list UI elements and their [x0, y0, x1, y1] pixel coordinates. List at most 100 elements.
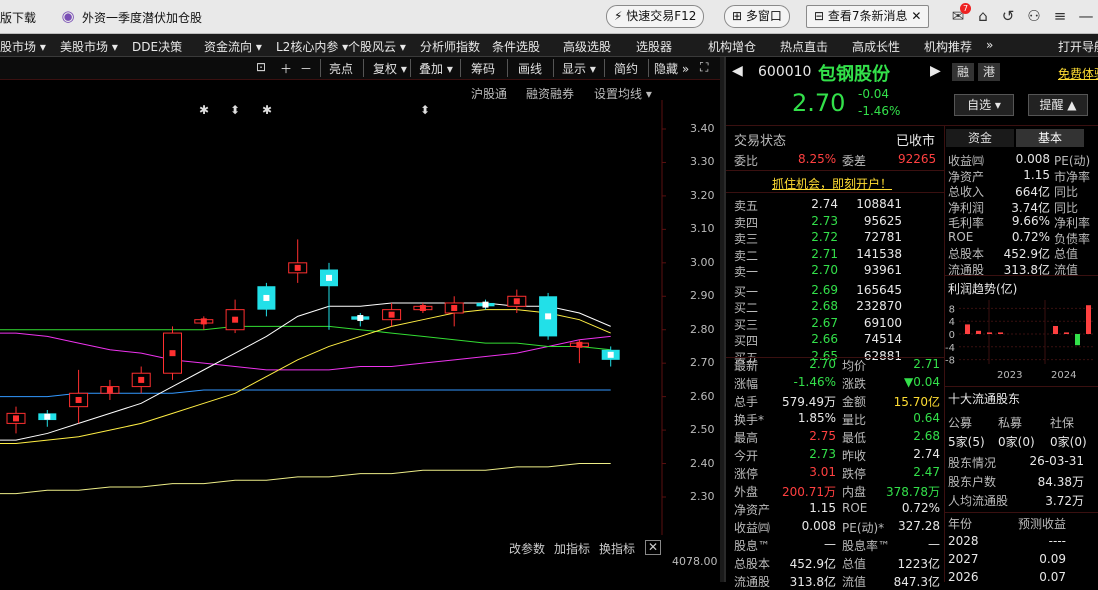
toolbar-button[interactable]: 显示 ▾ [562, 60, 596, 77]
orderbook-price[interactable]: 2.66 [788, 332, 838, 346]
holders-col-public: 公募 [948, 416, 973, 430]
fund-label: 同比 [1054, 185, 1079, 199]
toolbar-button[interactable]: 简约 [614, 60, 638, 77]
price-change-pct: -1.46% [858, 104, 901, 118]
menu-item[interactable]: 高级选股 [563, 38, 611, 55]
orderbook-price[interactable]: 2.73 [788, 214, 838, 228]
orderbook-level-label: 卖三 [734, 232, 759, 246]
fast-trade-button[interactable]: ⚡ 快速交易F12 [606, 5, 705, 28]
quote-value: -1.46% [793, 375, 836, 389]
candle-mark [419, 304, 426, 311]
quote-label: 净资产 [734, 503, 771, 517]
orderbook-price[interactable]: 2.71 [788, 247, 838, 261]
menu-item[interactable]: 资金流向 ▾ [204, 38, 262, 55]
fast-trade-label: 快速交易F12 [626, 9, 697, 23]
orderbook-price[interactable]: 2.69 [788, 283, 838, 297]
lock-icon[interactable]: ⊡ [256, 60, 266, 74]
menu-item[interactable]: 选股器 [636, 38, 672, 55]
next-stock-icon[interactable]: ▶ [930, 63, 941, 79]
fund-value: 0.72% [1011, 229, 1050, 244]
change-params-button[interactable]: 改参数 [509, 540, 545, 557]
ma-line-ma120 [0, 389, 611, 398]
fullscreen-icon[interactable]: ⛶ [700, 60, 708, 75]
y-tick-label: 3.40 [690, 122, 715, 135]
candle-mark [326, 274, 332, 281]
menu-item[interactable]: L2核心内参 ▾ [276, 38, 348, 55]
orderbook-price[interactable]: 2.67 [788, 316, 838, 330]
orderbook-price[interactable]: 2.68 [788, 299, 838, 313]
switch-indicator-button[interactable]: 换指标 [599, 540, 635, 557]
candlestick-chart[interactable] [0, 100, 720, 535]
close-indicator-icon[interactable]: ✕ [645, 540, 662, 555]
orderbook-price[interactable]: 2.72 [788, 230, 838, 244]
wc-value: 92265 [898, 152, 937, 166]
menu-item[interactable]: 高成长性 [852, 38, 900, 55]
menu-icon[interactable]: ≡ [1052, 8, 1068, 24]
multi-window-button[interactable]: ⊞ 多窗口 [724, 5, 790, 28]
toolbar-button[interactable]: 画线 [518, 60, 542, 77]
divider [945, 275, 1098, 276]
prev-stock-icon[interactable]: ◀ [732, 63, 743, 79]
toolbar-button[interactable]: 复权 ▾ [373, 60, 407, 77]
open-account-link[interactable]: 抓住机会，即刻开户！ [772, 175, 892, 192]
toolbar-button[interactable]: 隐藏 » [654, 60, 689, 77]
orderbook-price[interactable]: 2.70 [788, 263, 838, 277]
menu-item[interactable]: 机构增仓 [708, 38, 756, 55]
tab-basic[interactable]: 基本 [1016, 129, 1084, 147]
close-news-icon[interactable]: ✕ [911, 9, 921, 23]
fund-value: 9.66% [1011, 214, 1050, 228]
shirt-icon[interactable]: ⚇ [1026, 8, 1042, 24]
candle-mark [607, 351, 614, 358]
free-trial-link[interactable]: 免费体验 [1058, 65, 1098, 82]
toolbar-button[interactable]: 筹码 [471, 60, 495, 77]
orderbook-price[interactable]: 2.74 [788, 197, 838, 211]
zoom-in-icon[interactable]: ＋ [280, 60, 292, 77]
forecast-eps: 0.09 [1039, 552, 1066, 566]
orderbook-volume: 95625 [863, 213, 902, 228]
hk-connect-tag[interactable]: 港 [978, 63, 1000, 81]
news-button[interactable]: ⊟ 查看7条新消息 ✕ [806, 5, 930, 28]
menu-item[interactable]: 个股风云 ▾ [348, 38, 406, 55]
back-icon[interactable]: ↺ [1000, 8, 1016, 24]
add-watchlist-button[interactable]: 自选 ▾ [954, 94, 1014, 116]
margin-tag[interactable]: 融 [952, 63, 974, 81]
tab-funds[interactable]: 资金 [946, 129, 1014, 147]
zoom-out-icon[interactable]: － [300, 60, 312, 77]
minimize-icon[interactable]: — [1078, 8, 1094, 24]
quote-label: 跌停 [842, 467, 867, 481]
candle-mark [13, 415, 19, 422]
menu-more[interactable]: » [986, 38, 993, 52]
candle-mark [75, 396, 82, 403]
download-link[interactable]: 版下载 [0, 9, 36, 26]
toolbar-button[interactable]: 叠加 ▾ [419, 60, 453, 77]
orderbook-volume: 108841 [856, 197, 902, 211]
menu-item[interactable]: 打开导航 [1058, 38, 1098, 55]
fund-label: 净利润 [948, 200, 985, 215]
quote-value: 2.73 [809, 447, 836, 461]
menu-item[interactable]: 热点直击 [780, 38, 828, 55]
fund-label: ROE [948, 229, 974, 244]
wb-value: 8.25% [798, 152, 837, 166]
status-value: 已收市 [896, 134, 936, 149]
menu-item[interactable]: 分析师指数 [420, 38, 480, 55]
price-alert-button[interactable]: 提醒 ▲ [1028, 94, 1088, 116]
holder-stat-value: 26-03-31 [1029, 454, 1084, 468]
menu-item[interactable]: DDE决策 [132, 38, 182, 55]
y-tick-label: 3.20 [690, 188, 715, 202]
toolbar-button[interactable]: 亮点 [329, 60, 353, 77]
add-indicator-button[interactable]: 加指标 [554, 540, 590, 557]
menu-item[interactable]: 美股市场 ▾ [60, 38, 118, 55]
orderbook-volume: 165645 [856, 282, 902, 297]
quote-panel: ◀ 600010 包钢股份 ▶ 融 港 免费体验 2.70 -0.04 -1.4… [724, 57, 1098, 589]
home-icon[interactable]: ⌂ [975, 8, 991, 24]
divider [945, 512, 1098, 513]
orderbook-volume: 93961 [863, 263, 902, 277]
title-bar: 版下载 ◉ 外资一季度潜伏加仓股 ⚡ 快速交易F12 ⊞ 多窗口 ⊟ 查看7条新… [0, 0, 1098, 34]
menu-item[interactable]: 条件选股 [492, 38, 540, 55]
menu-item[interactable]: 机构推荐 [924, 38, 972, 55]
holder-stat-value: 84.38万 [1037, 475, 1084, 489]
menu-item[interactable]: 股市场 ▾ [0, 38, 46, 55]
quote-label: 涨跌 [842, 377, 867, 391]
quote-label: 换手* [734, 413, 765, 427]
stock-name: 包钢股份 [818, 64, 890, 85]
